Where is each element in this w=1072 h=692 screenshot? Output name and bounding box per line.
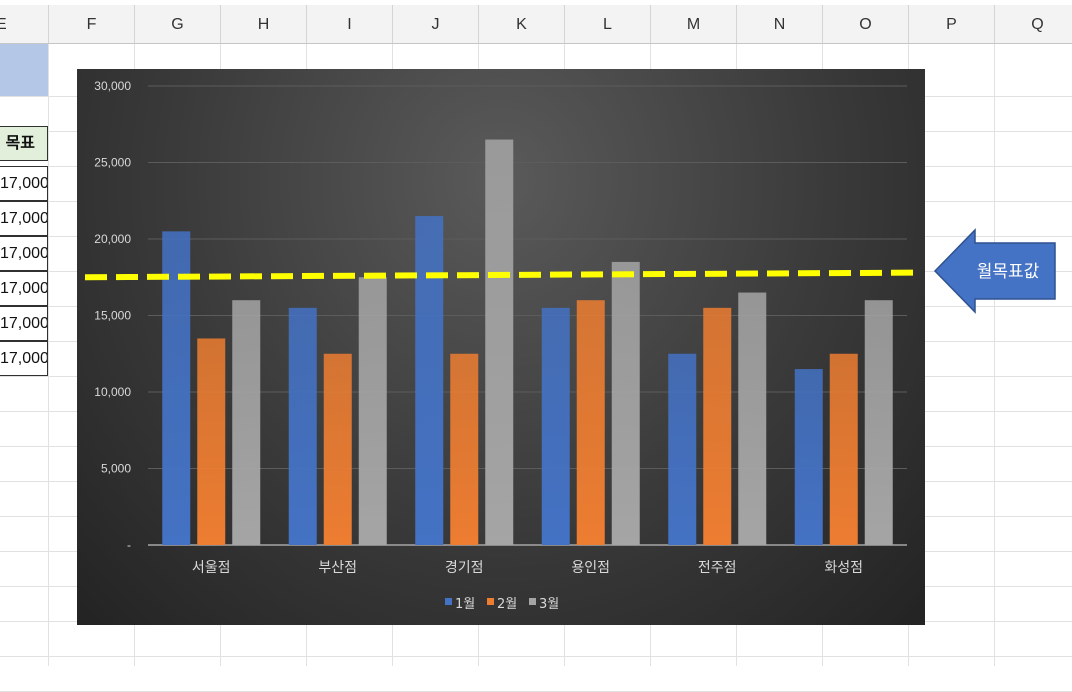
x-category-label: 전주점 xyxy=(698,560,737,576)
table-cell[interactable]: 17,000 xyxy=(0,201,48,236)
table-cell[interactable]: 17,000 xyxy=(0,166,48,201)
bar-화성점-1월[interactable] xyxy=(794,369,823,545)
column-header[interactable]: N xyxy=(736,5,822,43)
bar-전주점-1월[interactable] xyxy=(668,353,697,545)
grid-column-line xyxy=(994,44,995,666)
chart-svg: - 5,000 10,000 15,000 20,000 25,000 30,000 서울점 부… xyxy=(84,79,916,612)
column-header-row: EFGHIJKLMNOPQ xyxy=(0,5,1072,44)
column-header[interactable]: E xyxy=(0,5,48,43)
y-tick-label: 5,000 xyxy=(101,462,131,476)
x-category-label: 용인점 xyxy=(571,560,610,576)
callout-label: 월목표값 xyxy=(976,262,1040,281)
legend-swatch xyxy=(445,598,452,605)
legend-label: 1월 xyxy=(455,597,475,612)
bar-화성점-2월[interactable] xyxy=(829,353,858,545)
target-line[interactable] xyxy=(84,269,916,281)
column-header[interactable]: F xyxy=(48,5,134,43)
bar-경기점-2월[interactable] xyxy=(450,353,479,545)
bar-부산점-1월[interactable] xyxy=(288,307,317,545)
bar-부산점-2월[interactable] xyxy=(323,353,352,545)
bar-chart[interactable]: - 5,000 10,000 15,000 20,000 25,000 30,000 서울점 부… xyxy=(77,69,925,625)
table-cell[interactable]: 17,000 xyxy=(0,306,48,341)
grid-column-line xyxy=(48,44,49,666)
table-header-cell[interactable]: 목표 xyxy=(0,126,48,161)
bar-전주점-2월[interactable] xyxy=(703,307,732,545)
legend-swatch xyxy=(487,598,494,605)
x-category-label: 부산점 xyxy=(318,560,357,576)
x-category-label: 화성점 xyxy=(824,560,863,576)
legend-label: 3월 xyxy=(539,597,559,612)
column-header[interactable]: O xyxy=(822,5,908,43)
bar-서울점-2월[interactable] xyxy=(197,338,226,545)
bar-화성점-3월[interactable] xyxy=(864,300,893,545)
bar-서울점-3월[interactable] xyxy=(232,300,261,545)
legend-swatch xyxy=(529,598,536,605)
column-header[interactable]: K xyxy=(478,5,564,43)
column-header[interactable]: I xyxy=(306,5,392,43)
column-header[interactable]: M xyxy=(650,5,736,43)
x-category-label: 경기점 xyxy=(445,560,484,576)
column-header[interactable]: J xyxy=(392,5,478,43)
bar-부산점-3월[interactable] xyxy=(358,277,387,545)
bar-용인점-2월[interactable] xyxy=(576,300,605,545)
y-tick-label: 15,000 xyxy=(94,309,131,323)
column-header[interactable]: G xyxy=(134,5,220,43)
table-cell[interactable]: 17,000 xyxy=(0,271,48,306)
column-header[interactable]: P xyxy=(908,5,994,43)
bar-전주점-3월[interactable] xyxy=(738,292,767,545)
bar-용인점-3월[interactable] xyxy=(611,261,640,545)
column-header[interactable]: Q xyxy=(994,5,1072,43)
y-tick-label: - xyxy=(127,538,131,552)
y-tick-label: 25,000 xyxy=(94,156,131,170)
bar-용인점-1월[interactable] xyxy=(541,307,570,545)
x-category-label: 서울점 xyxy=(192,560,231,576)
y-tick-label: 10,000 xyxy=(94,385,131,399)
table-cell[interactable]: 17,000 xyxy=(0,236,48,271)
y-tick-label: 20,000 xyxy=(94,232,131,246)
bar-경기점-3월[interactable] xyxy=(485,139,514,546)
legend-label: 2월 xyxy=(497,597,517,612)
selected-cell[interactable] xyxy=(0,44,48,96)
table-cell[interactable]: 17,000 xyxy=(0,341,48,376)
column-header[interactable]: H xyxy=(220,5,306,43)
y-tick-label: 30,000 xyxy=(94,79,131,93)
column-header[interactable]: L xyxy=(564,5,650,43)
bar-경기점-1월[interactable] xyxy=(415,216,444,546)
grid-row-line xyxy=(0,656,1072,657)
